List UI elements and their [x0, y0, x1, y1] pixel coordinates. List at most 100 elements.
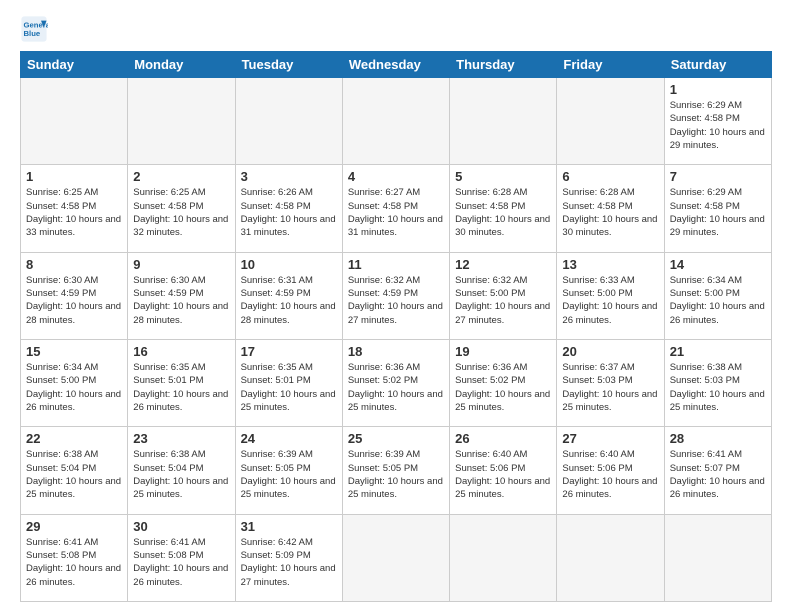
- calendar-cell-3-4: 11Sunrise: 6:32 AM Sunset: 4:59 PM Dayli…: [342, 252, 449, 339]
- calendar-cell-2-1: 1 Sunrise: 6:25 AM Sunset: 4:58 PM Daylig…: [21, 165, 128, 252]
- day-info: Sunrise: 6:42 AM Sunset: 5:09 PM Dayligh…: [241, 536, 337, 589]
- day-number: 24: [241, 431, 337, 446]
- day-info: Sunrise: 6:30 AM Sunset: 4:59 PM Dayligh…: [26, 274, 122, 327]
- calendar-cell-5-4: 25 Sunrise: 6:39 AM Sunset: 5:05 PM Dayli…: [342, 427, 449, 514]
- calendar-cell-4-7: 21Sunrise: 6:38 AM Sunset: 5:03 PM Dayli…: [664, 339, 771, 426]
- calendar-week-row-3: 8 Sunrise: 6:30 AM Sunset: 4:59 PM Daylig…: [21, 252, 772, 339]
- day-number: 25: [348, 431, 444, 446]
- calendar-cell-6-1: 29 Sunrise: 6:41 AM Sunset: 5:08 PM Dayli…: [21, 514, 128, 601]
- day-number: 30: [133, 519, 229, 534]
- day-info: Sunrise: 6:36 AM Sunset: 5:02 PM Dayligh…: [348, 361, 444, 414]
- day-number: 29: [26, 519, 122, 534]
- day-number: 9: [133, 257, 229, 272]
- calendar-cell-6-6: [557, 514, 664, 601]
- calendar-header-tuesday: Tuesday: [235, 52, 342, 78]
- calendar-header-friday: Friday: [557, 52, 664, 78]
- day-number: 2: [133, 169, 229, 184]
- calendar-cell-2-7: 7 Sunrise: 6:29 AM Sunset: 4:58 PM Daylig…: [664, 165, 771, 252]
- calendar-cell-6-2: 30 Sunrise: 6:41 AM Sunset: 5:08 PM Dayli…: [128, 514, 235, 601]
- calendar-cell-3-3: 10 Sunrise: 6:31 AM Sunset: 4:59 PM Dayli…: [235, 252, 342, 339]
- day-info: Sunrise: 6:41 AM Sunset: 5:08 PM Dayligh…: [26, 536, 122, 589]
- day-info: Sunrise: 6:35 AM Sunset: 5:01 PM Dayligh…: [133, 361, 229, 414]
- day-info: Sunrise: 6:34 AM Sunset: 5:00 PM Dayligh…: [26, 361, 122, 414]
- day-number: 15: [26, 344, 122, 359]
- day-number: 1: [670, 82, 766, 97]
- day-number: 19: [455, 344, 551, 359]
- day-number: 26: [455, 431, 551, 446]
- calendar-cell-1-1: [21, 78, 128, 165]
- day-info: Sunrise: 6:37 AM Sunset: 5:03 PM Dayligh…: [562, 361, 658, 414]
- day-info: Sunrise: 6:29 AM Sunset: 4:58 PM Dayligh…: [670, 99, 766, 152]
- calendar-cell-5-3: 24Sunrise: 6:39 AM Sunset: 5:05 PM Dayli…: [235, 427, 342, 514]
- day-info: Sunrise: 6:30 AM Sunset: 4:59 PM Dayligh…: [133, 274, 229, 327]
- day-number: 10: [241, 257, 337, 272]
- calendar-cell-2-6: 6Sunrise: 6:28 AM Sunset: 4:58 PM Daylig…: [557, 165, 664, 252]
- day-info: Sunrise: 6:35 AM Sunset: 5:01 PM Dayligh…: [241, 361, 337, 414]
- calendar-cell-3-2: 9 Sunrise: 6:30 AM Sunset: 4:59 PM Daylig…: [128, 252, 235, 339]
- day-number: 4: [348, 169, 444, 184]
- day-info: Sunrise: 6:36 AM Sunset: 5:02 PM Dayligh…: [455, 361, 551, 414]
- day-number: 1: [26, 169, 122, 184]
- day-number: 3: [241, 169, 337, 184]
- calendar-week-row-5: 22 Sunrise: 6:38 AM Sunset: 5:04 PM Dayli…: [21, 427, 772, 514]
- calendar-header-saturday: Saturday: [664, 52, 771, 78]
- day-number: 16: [133, 344, 229, 359]
- calendar-cell-5-1: 22 Sunrise: 6:38 AM Sunset: 5:04 PM Dayli…: [21, 427, 128, 514]
- day-info: Sunrise: 6:41 AM Sunset: 5:08 PM Dayligh…: [133, 536, 229, 589]
- calendar-header-row: SundayMondayTuesdayWednesdayThursdayFrid…: [21, 52, 772, 78]
- calendar-cell-2-5: 5Sunrise: 6:28 AM Sunset: 4:58 PM Daylig…: [450, 165, 557, 252]
- day-info: Sunrise: 6:33 AM Sunset: 5:00 PM Dayligh…: [562, 274, 658, 327]
- day-info: Sunrise: 6:26 AM Sunset: 4:58 PM Dayligh…: [241, 186, 337, 239]
- day-number: 20: [562, 344, 658, 359]
- logo: General Blue: [20, 15, 52, 43]
- calendar-cell-2-2: 2Sunrise: 6:25 AM Sunset: 4:58 PM Daylig…: [128, 165, 235, 252]
- calendar-cell-4-2: 16 Sunrise: 6:35 AM Sunset: 5:01 PM Dayli…: [128, 339, 235, 426]
- day-info: Sunrise: 6:38 AM Sunset: 5:04 PM Dayligh…: [26, 448, 122, 501]
- day-info: Sunrise: 6:38 AM Sunset: 5:03 PM Dayligh…: [670, 361, 766, 414]
- day-number: 28: [670, 431, 766, 446]
- calendar-cell-3-1: 8 Sunrise: 6:30 AM Sunset: 4:59 PM Daylig…: [21, 252, 128, 339]
- calendar-week-row-6: 29 Sunrise: 6:41 AM Sunset: 5:08 PM Dayli…: [21, 514, 772, 601]
- calendar-cell-5-2: 23 Sunrise: 6:38 AM Sunset: 5:04 PM Dayli…: [128, 427, 235, 514]
- calendar-week-row-1: 1 Sunrise: 6:29 AM Sunset: 4:58 PM Daylig…: [21, 78, 772, 165]
- day-number: 8: [26, 257, 122, 272]
- day-number: 31: [241, 519, 337, 534]
- page: General Blue SundayMondayTuesdayWednesda…: [0, 0, 792, 612]
- day-number: 22: [26, 431, 122, 446]
- calendar-cell-1-6: [557, 78, 664, 165]
- day-info: Sunrise: 6:29 AM Sunset: 4:58 PM Dayligh…: [670, 186, 766, 239]
- calendar-cell-2-3: 3 Sunrise: 6:26 AM Sunset: 4:58 PM Daylig…: [235, 165, 342, 252]
- day-info: Sunrise: 6:28 AM Sunset: 4:58 PM Dayligh…: [455, 186, 551, 239]
- calendar-header-monday: Monday: [128, 52, 235, 78]
- day-number: 11: [348, 257, 444, 272]
- calendar-cell-3-5: 12Sunrise: 6:32 AM Sunset: 5:00 PM Dayli…: [450, 252, 557, 339]
- day-number: 7: [670, 169, 766, 184]
- day-number: 13: [562, 257, 658, 272]
- day-info: Sunrise: 6:38 AM Sunset: 5:04 PM Dayligh…: [133, 448, 229, 501]
- day-info: Sunrise: 6:31 AM Sunset: 4:59 PM Dayligh…: [241, 274, 337, 327]
- calendar-cell-4-5: 19 Sunrise: 6:36 AM Sunset: 5:02 PM Dayli…: [450, 339, 557, 426]
- calendar-cell-3-6: 13 Sunrise: 6:33 AM Sunset: 5:00 PM Dayli…: [557, 252, 664, 339]
- calendar-cell-5-5: 26 Sunrise: 6:40 AM Sunset: 5:06 PM Dayli…: [450, 427, 557, 514]
- day-info: Sunrise: 6:25 AM Sunset: 4:58 PM Dayligh…: [26, 186, 122, 239]
- calendar-cell-6-5: [450, 514, 557, 601]
- day-number: 23: [133, 431, 229, 446]
- svg-text:Blue: Blue: [24, 29, 41, 38]
- calendar-cell-5-6: 27Sunrise: 6:40 AM Sunset: 5:06 PM Dayli…: [557, 427, 664, 514]
- day-info: Sunrise: 6:28 AM Sunset: 4:58 PM Dayligh…: [562, 186, 658, 239]
- day-number: 17: [241, 344, 337, 359]
- calendar-cell-3-7: 14Sunrise: 6:34 AM Sunset: 5:00 PM Dayli…: [664, 252, 771, 339]
- day-info: Sunrise: 6:40 AM Sunset: 5:06 PM Dayligh…: [455, 448, 551, 501]
- day-number: 14: [670, 257, 766, 272]
- day-info: Sunrise: 6:32 AM Sunset: 5:00 PM Dayligh…: [455, 274, 551, 327]
- calendar-header-thursday: Thursday: [450, 52, 557, 78]
- calendar-cell-4-1: 15 Sunrise: 6:34 AM Sunset: 5:00 PM Dayli…: [21, 339, 128, 426]
- calendar-cell-1-7: 1 Sunrise: 6:29 AM Sunset: 4:58 PM Daylig…: [664, 78, 771, 165]
- calendar-cell-6-4: [342, 514, 449, 601]
- day-number: 18: [348, 344, 444, 359]
- day-info: Sunrise: 6:27 AM Sunset: 4:58 PM Dayligh…: [348, 186, 444, 239]
- day-info: Sunrise: 6:39 AM Sunset: 5:05 PM Dayligh…: [348, 448, 444, 501]
- calendar-week-row-2: 1 Sunrise: 6:25 AM Sunset: 4:58 PM Daylig…: [21, 165, 772, 252]
- day-number: 27: [562, 431, 658, 446]
- calendar-cell-5-7: 28Sunrise: 6:41 AM Sunset: 5:07 PM Dayli…: [664, 427, 771, 514]
